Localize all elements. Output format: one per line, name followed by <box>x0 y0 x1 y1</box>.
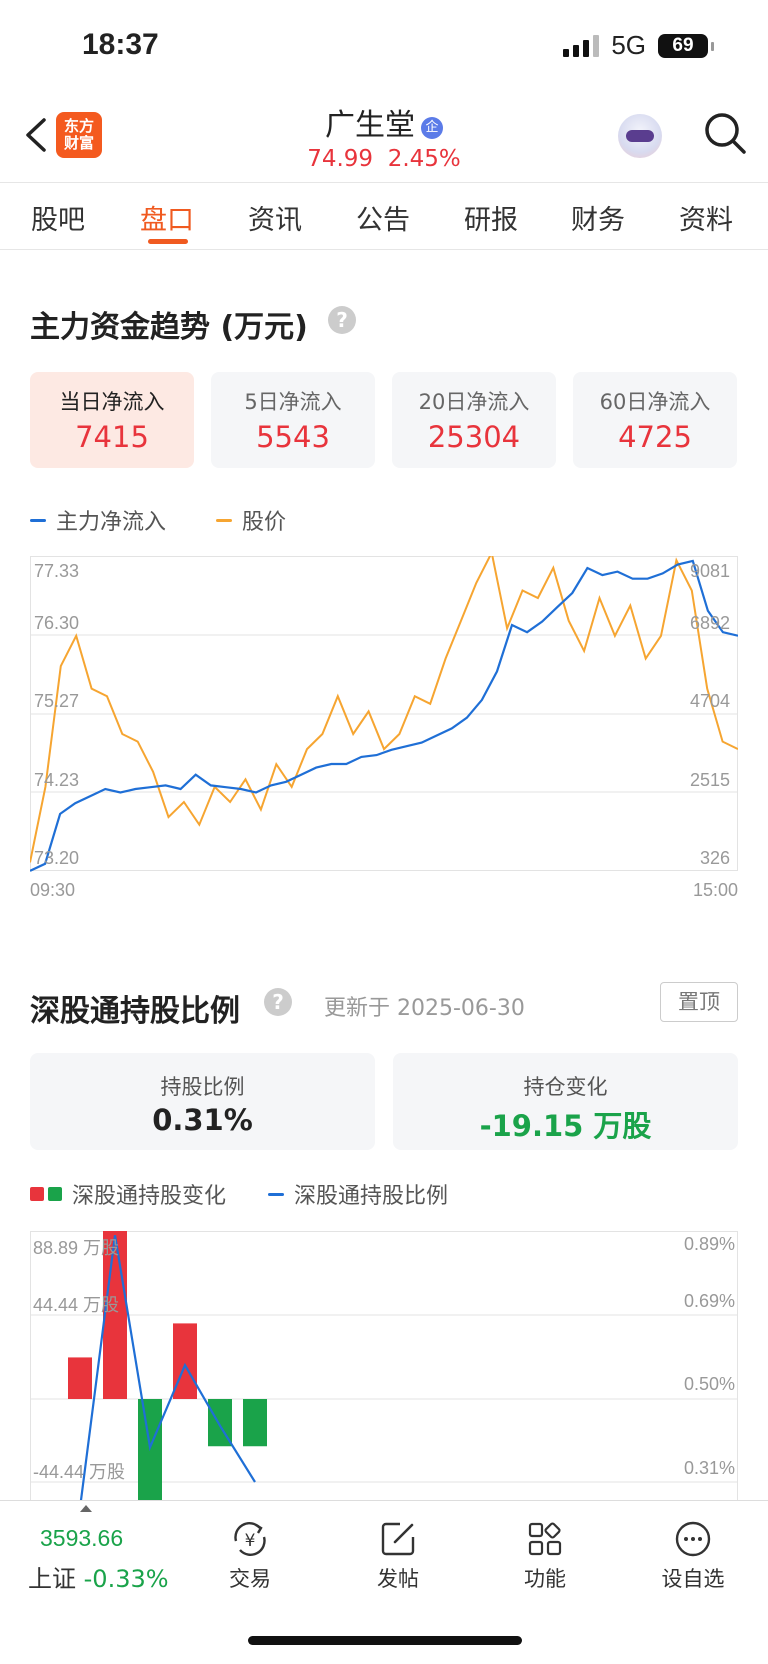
active-tab-indicator <box>148 239 188 244</box>
enterprise-badge: 企 <box>421 117 443 139</box>
holding-change-bar <box>68 1357 92 1399</box>
search-icon[interactable] <box>702 110 748 156</box>
card-value: 25304 <box>427 420 521 454</box>
legend-green-square-icon <box>48 1187 62 1201</box>
edit-icon <box>381 1522 415 1556</box>
stock-change-pct: 2.45% <box>387 146 461 172</box>
sz-connect-title: 深股通持股比例 <box>30 994 240 1029</box>
legend-red-square-icon <box>30 1187 44 1201</box>
card-today-inflow[interactable]: 当日净流入 7415 <box>30 372 194 468</box>
tab-bar: 股吧 盘口 资讯 公告 研报 财务 资料 <box>0 182 768 250</box>
index-change: -0.33% <box>83 1565 169 1593</box>
stock-name: 广生堂 <box>325 108 415 143</box>
bar-left-tick-3: -44.44 万股 <box>33 1462 126 1482</box>
card-20day-inflow[interactable]: 20日净流入 25304 <box>392 372 556 468</box>
legend-inflow-label: 主力净流入 <box>56 510 167 535</box>
card-value: 4725 <box>618 420 692 454</box>
network-type: 5G <box>611 30 646 60</box>
trade-icon: ¥ <box>234 1522 266 1556</box>
expand-up-icon[interactable] <box>80 1505 92 1512</box>
x-axis-start: 09:30 <box>30 880 76 900</box>
nav-label: 功能 <box>524 1567 566 1591</box>
help-icon[interactable]: ? <box>264 988 292 1016</box>
nav-trade[interactable]: ¥ 交易 <box>195 1519 305 1593</box>
battery-icon: 69 <box>658 33 714 58</box>
help-icon[interactable]: ? <box>328 306 356 334</box>
tab-profile[interactable]: 资料 <box>679 198 733 237</box>
fund-flow-legend: 主力净流入 股价 <box>30 504 286 536</box>
legend-orange-line-icon <box>216 518 233 522</box>
card-5day-inflow[interactable]: 5日净流入 5543 <box>211 372 375 468</box>
position-change-card: 持仓变化 -19.15 万股 <box>393 1053 738 1150</box>
left-tick-3: 75.27 <box>34 691 80 711</box>
holding-ratio-card: 持股比例 0.31% <box>30 1053 375 1150</box>
card-label: 60日净流入 <box>599 390 711 414</box>
card-label: 5日净流入 <box>244 390 342 414</box>
stock-price: 74.99 <box>307 146 374 172</box>
tab-finance[interactable]: 财务 <box>571 198 625 237</box>
pin-top-button[interactable]: 置顶 <box>660 982 738 1022</box>
holding-ratio-value: 0.31% <box>152 1103 253 1137</box>
tab-announcements[interactable]: 公告 <box>356 198 410 237</box>
bar-left-tick-1: 88.89 万股 <box>33 1238 120 1258</box>
right-tick-1: 9081 <box>689 561 730 581</box>
right-tick-3: 4704 <box>689 691 730 711</box>
nav-watchlist[interactable]: 设自选 <box>638 1519 748 1593</box>
home-indicator <box>248 1636 522 1645</box>
nav-label: 设自选 <box>661 1567 725 1591</box>
bar-right-tick-4: 0.31% <box>683 1458 735 1478</box>
card-label: 当日净流入 <box>59 390 165 414</box>
bar-right-tick-1: 0.89% <box>683 1234 735 1254</box>
card-label: 20日净流入 <box>418 390 530 414</box>
tab-news[interactable]: 资讯 <box>248 198 302 237</box>
tab-guba[interactable]: 股吧 <box>31 198 85 237</box>
legend-price-label: 股价 <box>242 510 287 535</box>
nav-label: 交易 <box>229 1567 271 1591</box>
legend-ratio-label: 深股通持股比例 <box>294 1184 449 1209</box>
sz-connect-chart[interactable] <box>30 1231 738 1500</box>
status-indicators: 5G 69 <box>563 30 714 61</box>
svg-text:¥: ¥ <box>245 1531 256 1551</box>
cellular-signal-icon <box>563 34 600 57</box>
card-value: 7415 <box>75 420 149 454</box>
nav-post[interactable]: 发帖 <box>343 1519 453 1593</box>
update-date: 更新于 2025-06-30 <box>324 996 525 1021</box>
tab-research[interactable]: 研报 <box>464 198 518 237</box>
card-value: 5543 <box>256 420 330 454</box>
holding-ratio-label: 持股比例 <box>160 1075 245 1099</box>
nav-label: 发帖 <box>377 1567 419 1591</box>
nav-functions[interactable]: 功能 <box>490 1519 600 1593</box>
right-tick-2: 6892 <box>689 613 730 633</box>
legend-change-label: 深股通持股变化 <box>72 1184 227 1209</box>
legend-blue-line-icon <box>30 518 46 522</box>
index-ticker[interactable]: 上证 -0.33% <box>28 1559 169 1594</box>
legend-blue-line-icon <box>268 1192 285 1196</box>
x-axis-end: 15:00 <box>692 880 738 900</box>
assistant-avatar[interactable] <box>618 114 662 158</box>
bar-right-tick-2: 0.69% <box>683 1291 735 1311</box>
fund-flow-chart[interactable] <box>30 556 738 872</box>
grid <box>30 556 738 871</box>
left-tick-1: 77.33 <box>34 561 80 581</box>
holding-change-bar <box>243 1399 267 1447</box>
position-change-label: 持仓变化 <box>523 1075 608 1099</box>
price-series-line <box>30 556 738 863</box>
card-60day-inflow[interactable]: 60日净流入 4725 <box>573 372 737 468</box>
fund-flow-title: 主力资金趋势 (万元) <box>30 310 308 345</box>
right-tick-4: 2515 <box>689 770 730 790</box>
status-time: 18:37 <box>82 28 159 61</box>
right-tick-5: 326 <box>699 848 730 868</box>
tab-pankou[interactable]: 盘口 <box>140 198 194 237</box>
position-change-value: -19.15 万股 <box>479 1109 652 1143</box>
left-tick-2: 76.30 <box>34 613 80 633</box>
more-icon <box>675 1521 711 1557</box>
sz-connect-legend: 深股通持股变化 深股通持股比例 <box>30 1178 448 1210</box>
left-tick-5: 73.20 <box>34 848 80 868</box>
grid-apps-icon <box>528 1522 562 1556</box>
index-name: 上证 <box>28 1565 76 1593</box>
index-value[interactable]: 3593.66 <box>40 1525 123 1552</box>
bar-left-tick-2: 44.44 万股 <box>33 1295 120 1315</box>
left-tick-4: 74.23 <box>34 770 80 790</box>
bar-right-tick-3: 0.50% <box>683 1374 735 1394</box>
